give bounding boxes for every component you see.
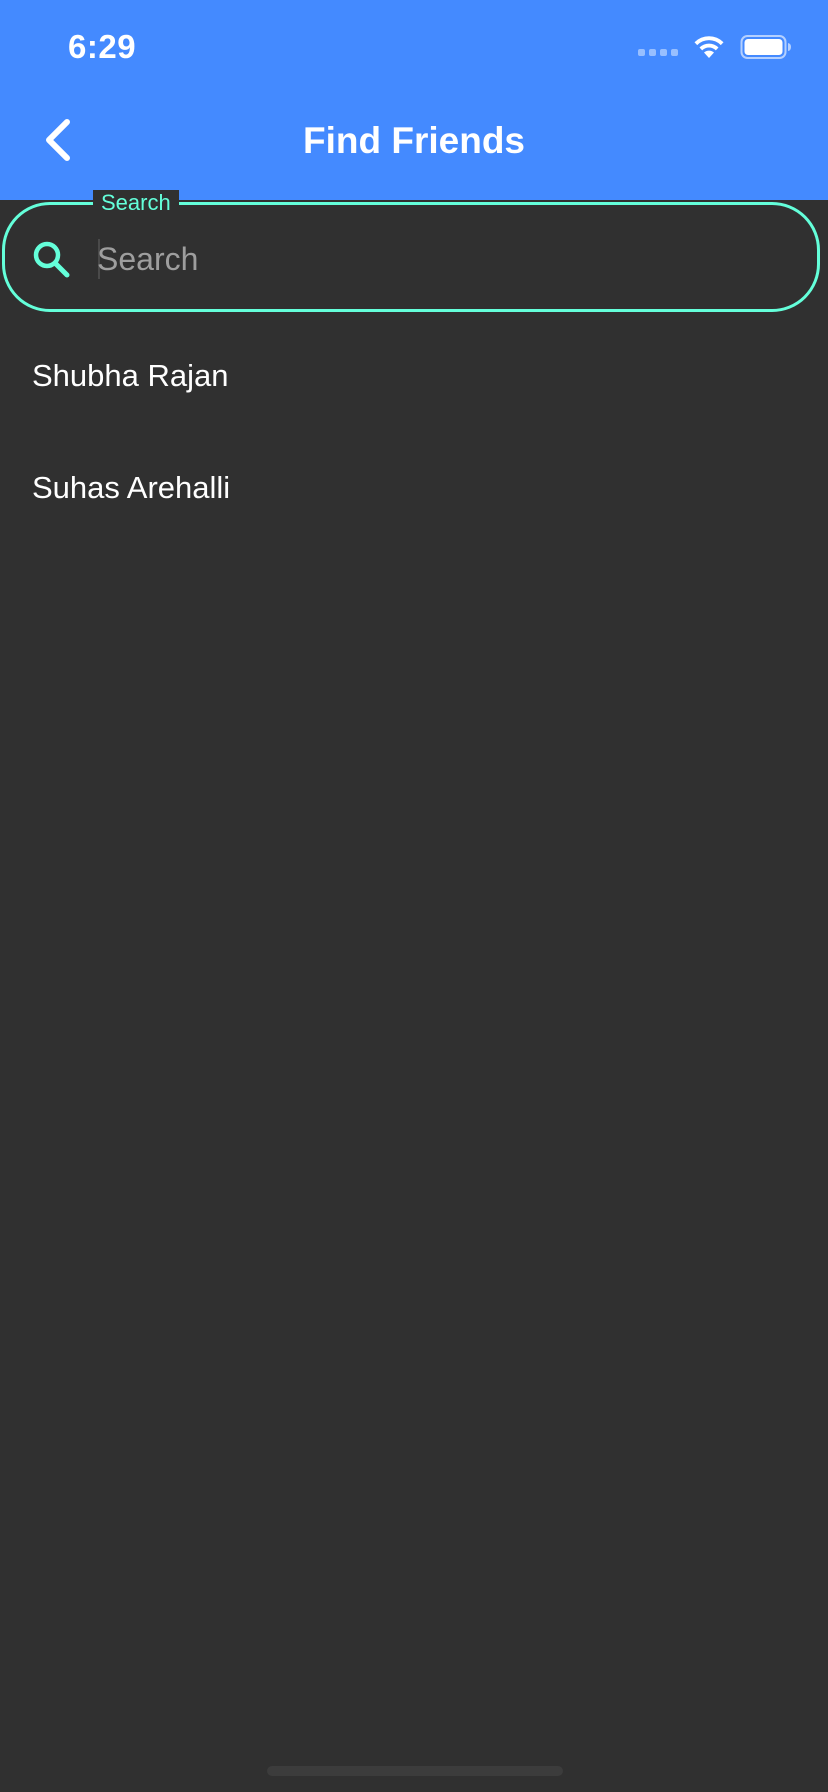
- wifi-icon: [694, 36, 724, 58]
- search-input[interactable]: [97, 231, 787, 287]
- friend-list: Shubha Rajan Suhas Arehalli: [0, 320, 828, 544]
- search-icon: [33, 241, 70, 278]
- home-indicator[interactable]: [267, 1766, 563, 1776]
- friend-name: Shubha Rajan: [32, 358, 229, 393]
- status-time: 6:29: [68, 28, 137, 65]
- search-label: Search: [93, 190, 179, 216]
- battery-icon: [740, 35, 791, 59]
- friend-name: Suhas Arehalli: [32, 470, 231, 505]
- page-title: Find Friends: [303, 120, 525, 161]
- friend-list-item[interactable]: Suhas Arehalli: [0, 432, 828, 544]
- friend-list-item[interactable]: Shubha Rajan: [0, 320, 828, 432]
- find-friends-screen: 6:29 Find Friends Search Search Shubha R…: [0, 0, 828, 1792]
- signal-icon: [638, 48, 678, 56]
- search-field[interactable]: Search: [2, 190, 820, 312]
- app-header: 6:29 Find Friends: [0, 0, 828, 200]
- status-icons: [638, 34, 792, 60]
